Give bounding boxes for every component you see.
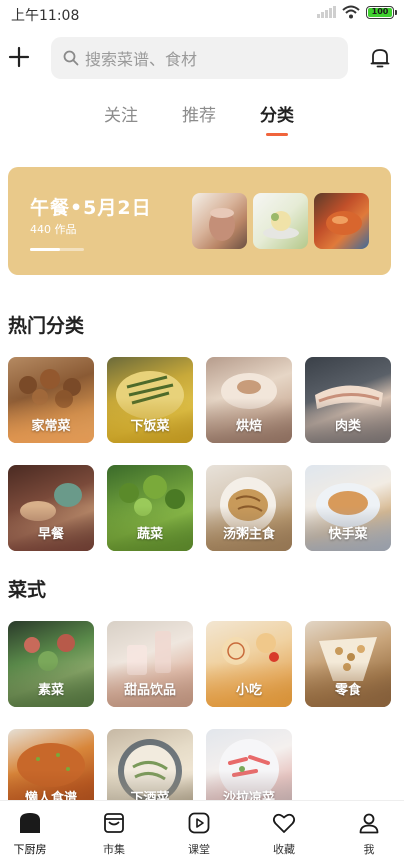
category-label: 下饭菜 [130,419,170,434]
category-label: 小吃 [235,683,262,698]
category-tile[interactable]: 家常菜 [8,357,94,443]
banner-title: 午餐•5月2日 [30,197,152,219]
nav-label: 市集 [103,843,125,856]
category-tile[interactable]: 肉类 [305,357,391,443]
tab-follow[interactable]: 关注 [104,101,138,126]
category-label: 蔬菜 [136,527,163,542]
hot-categories-title: 热门分类 [8,315,85,337]
market-icon [104,813,124,833]
add-button[interactable] [6,44,32,70]
banner-progress [30,248,84,251]
status-icons: 100 [317,5,397,19]
battery-icon: 100 [366,5,397,19]
banner-thumb-drink[interactable] [192,193,247,249]
category-label: 快手菜 [328,527,368,542]
category-tile[interactable]: 汤粥主食 [206,465,292,551]
category-label: 肉类 [334,419,361,434]
wifi-icon [342,5,360,19]
active-tab-indicator [266,133,288,136]
category-tile[interactable]: 甜品饮品 [107,621,193,707]
nav-me[interactable]: 我 [339,809,399,857]
category-label: 素菜 [37,683,64,698]
banner-thumb-roast[interactable] [314,193,369,249]
tab-recommend[interactable]: 推荐 [182,101,216,126]
signal-icon [317,6,336,18]
plus-icon [8,46,30,68]
category-label: 早餐 [37,527,64,542]
category-tile[interactable]: 早餐 [8,465,94,551]
category-label: 家常菜 [31,419,71,434]
nav-label: 下厨房 [13,843,47,856]
nav-favorites[interactable]: 收藏 [254,809,314,857]
category-tile[interactable]: 小吃 [206,621,292,707]
bottom-nav: 下厨房 市集 课堂 收藏 我 [0,800,404,859]
category-tile[interactable]: 烘焙 [206,357,292,443]
style-categories-title: 菜式 [8,579,47,601]
tab-bar: 关注 推荐 分类 [0,101,404,141]
category-label: 汤粥主食 [222,527,275,542]
category-tile[interactable]: 快手菜 [305,465,391,551]
category-tile[interactable]: 零食 [305,621,391,707]
bell-icon [370,49,390,68]
search-placeholder: 搜索菜谱、食材 [85,50,198,69]
category-tile[interactable]: 蔬菜 [107,465,193,551]
banner-count: 440 作品 [30,223,77,236]
heart-icon [272,813,296,833]
category-label: 甜品饮品 [123,683,176,698]
category-tile[interactable]: 素菜 [8,621,94,707]
nav-label: 收藏 [273,843,295,856]
status-time: 上午11:08 [11,8,80,24]
category-tile[interactable]: 下饭菜 [107,357,193,443]
user-icon [359,813,379,834]
banner-thumb-dessert[interactable] [253,193,308,249]
nav-home[interactable]: 下厨房 [0,809,60,857]
notifications-button[interactable] [367,44,393,72]
nav-label: 课堂 [188,843,210,856]
meal-banner[interactable]: 午餐•5月2日 440 作品 [8,167,391,275]
category-label: 零食 [334,683,361,698]
home-icon [20,813,40,833]
search-icon [63,50,79,66]
nav-class[interactable]: 课堂 [169,809,229,857]
battery-level: 100 [368,7,392,17]
nav-label: 我 [363,843,375,856]
play-icon [188,812,210,834]
status-bar: 上午11:08 100 [0,0,404,28]
tab-category[interactable]: 分类 [260,101,294,126]
nav-market[interactable]: 市集 [84,809,144,857]
category-label: 烘焙 [235,419,262,434]
banner-progress-fill [30,248,60,251]
search-input[interactable]: 搜索菜谱、食材 [51,37,348,79]
